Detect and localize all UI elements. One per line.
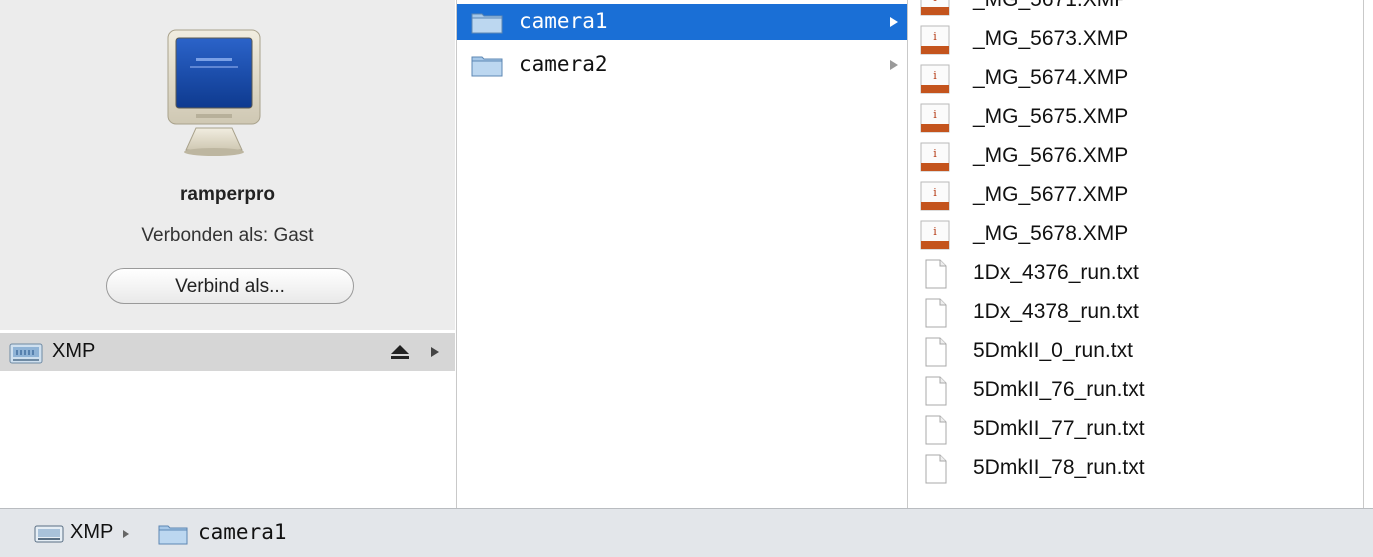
server-column: ramperpro Verbonden als: Gast Verbind al… [0, 0, 455, 508]
chevron-right-icon [890, 17, 898, 27]
xmp-file-icon: i [920, 181, 950, 211]
text-file-icon [925, 259, 947, 289]
path-separator-icon [123, 530, 129, 538]
next-column-edge [1363, 0, 1373, 508]
xmp-file-icon: i [920, 103, 950, 133]
xmp-file-icon: i [920, 220, 950, 250]
file-row[interactable]: i _MG_5671.XMP [908, 0, 1364, 20]
eject-icon[interactable] [389, 344, 411, 360]
xmp-file-icon: i [920, 64, 950, 94]
file-row[interactable]: 1Dx_4378_run.txt [908, 293, 1364, 332]
svg-text:i: i [933, 0, 937, 4]
file-label: 1Dx_4376_run.txt [973, 261, 1139, 284]
sidebar-item-label: XMP [52, 340, 96, 362]
file-row[interactable]: 5DmkII_76_run.txt [908, 371, 1364, 410]
sidebar-item-xmp[interactable]: XMP [0, 333, 455, 371]
file-row[interactable]: 5DmkII_0_run.txt [908, 332, 1364, 371]
text-file-icon [925, 454, 947, 484]
xmp-file-icon: i [920, 0, 950, 16]
connect-as-button[interactable]: Verbind als... [106, 268, 354, 304]
text-file-icon [925, 298, 947, 328]
folders-column: camera1 camera2 [456, 0, 907, 508]
file-label: 5DmkII_0_run.txt [973, 339, 1133, 362]
server-info-panel: ramperpro Verbonden als: Gast Verbind al… [0, 0, 455, 330]
svg-text:i: i [933, 108, 937, 121]
file-label: 5DmkII_76_run.txt [973, 378, 1145, 401]
svg-text:i: i [933, 225, 937, 238]
chevron-right-icon [431, 347, 439, 357]
file-row[interactable]: i _MG_5673.XMP [908, 20, 1364, 59]
text-file-icon [925, 337, 947, 367]
file-label: _MG_5673.XMP [973, 27, 1129, 50]
svg-text:i: i [933, 30, 937, 43]
folder-icon [471, 56, 503, 77]
file-label: _MG_5676.XMP [973, 144, 1129, 167]
svg-text:i: i [933, 147, 937, 160]
svg-text:i: i [933, 69, 937, 82]
file-label: _MG_5677.XMP [973, 183, 1129, 206]
files-column: i_MG_5671.XMPi_MG_5673.XMPi_MG_5674.XMPi… [907, 0, 1364, 508]
network-drive-icon [34, 525, 64, 543]
network-drive-icon [9, 343, 43, 364]
path-bar: XMP camera1 [0, 508, 1373, 557]
svg-text:i: i [933, 186, 937, 199]
file-label: _MG_5675.XMP [973, 105, 1129, 128]
folder-row-camera2[interactable]: camera2 [457, 47, 907, 83]
folder-icon [158, 525, 188, 545]
xmp-file-icon: i [920, 142, 950, 172]
file-row[interactable]: i _MG_5677.XMP [908, 176, 1364, 215]
chevron-right-icon [890, 60, 898, 70]
path-segment-xmp[interactable]: XMP [70, 521, 113, 544]
computer-monitor-icon [167, 29, 261, 156]
folder-row-camera1[interactable]: camera1 [457, 4, 907, 40]
file-row[interactable]: i _MG_5678.XMP [908, 215, 1364, 254]
connection-status: Verbonden als: Gast [141, 225, 314, 246]
file-row[interactable]: 1Dx_4376_run.txt [908, 254, 1364, 293]
folder-label: camera1 [519, 9, 608, 33]
file-row[interactable]: 5DmkII_78_run.txt [908, 449, 1364, 488]
file-label: _MG_5678.XMP [973, 222, 1129, 245]
file-label: 5DmkII_77_run.txt [973, 417, 1145, 440]
file-row[interactable]: i _MG_5675.XMP [908, 98, 1364, 137]
file-label: 1Dx_4378_run.txt [973, 300, 1139, 323]
folder-label: camera2 [519, 52, 608, 76]
file-row[interactable]: i _MG_5674.XMP [908, 59, 1364, 98]
path-segment-camera1[interactable]: camera1 [198, 520, 287, 544]
xmp-file-icon: i [920, 25, 950, 55]
file-row[interactable]: i _MG_5676.XMP [908, 137, 1364, 176]
text-file-icon [925, 415, 947, 445]
server-name: ramperpro [179, 184, 276, 205]
file-label: _MG_5671.XMP [973, 0, 1128, 12]
file-row[interactable]: 5DmkII_77_run.txt [908, 410, 1364, 449]
file-label: _MG_5674.XMP [973, 66, 1129, 89]
text-file-icon [925, 376, 947, 406]
folder-icon [471, 13, 503, 34]
file-label: 5DmkII_78_run.txt [973, 456, 1145, 479]
